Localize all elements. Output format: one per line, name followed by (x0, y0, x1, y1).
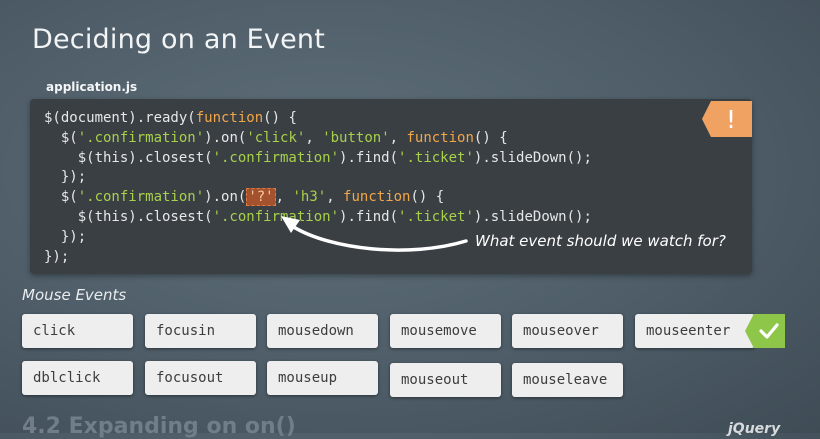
checkmark-icon (759, 323, 779, 339)
mouse-events-label: Mouse Events (22, 286, 127, 304)
code-line-4: }); (44, 169, 87, 186)
footer-section-title: 4.2 Expanding on on() (22, 414, 296, 439)
code-line-3: $(this).closest('.confirmation').find('.… (44, 149, 592, 166)
event-chip-mousemove[interactable]: mousemove (390, 314, 501, 348)
code-line-2: $('.confirmation').on('click', 'button',… (44, 129, 508, 146)
filename-label: application.js (46, 80, 138, 94)
event-chip-click[interactable]: click (22, 314, 133, 348)
code-line-5: $('.confirmation').on('?', 'h3', functio… (44, 188, 445, 207)
event-chip-mouseleave[interactable]: mouseleave (512, 363, 623, 397)
event-placeholder: '?' (246, 188, 276, 207)
slide-title: Deciding on an Event (32, 24, 326, 55)
event-chip-mouseover[interactable]: mouseover (512, 314, 623, 348)
event-chip-dblclick[interactable]: dblclick (22, 361, 133, 395)
event-chip-focusout[interactable]: focusout (145, 361, 256, 395)
code-line-7: }); (44, 228, 87, 245)
alert-flag: ! (702, 101, 752, 137)
event-chip-mouseenter[interactable]: mouseenter (635, 314, 755, 348)
code-line-6: $(this).closest('.confirmation').find('.… (44, 208, 592, 225)
code-line-8: }); (44, 248, 70, 265)
code-line-1: $(document).ready(function() { (44, 110, 297, 126)
exclamation-icon: ! (725, 104, 737, 134)
event-chip-mousedown[interactable]: mousedown (267, 314, 378, 348)
event-chip-focusin[interactable]: focusin (145, 314, 256, 348)
annotation-text: What event should we watch for? (475, 232, 726, 250)
event-chip-mouseout[interactable]: mouseout (390, 363, 501, 397)
event-chip-mouseup[interactable]: mouseup (267, 361, 378, 395)
footer-brand-logo: jQuery (728, 421, 781, 437)
